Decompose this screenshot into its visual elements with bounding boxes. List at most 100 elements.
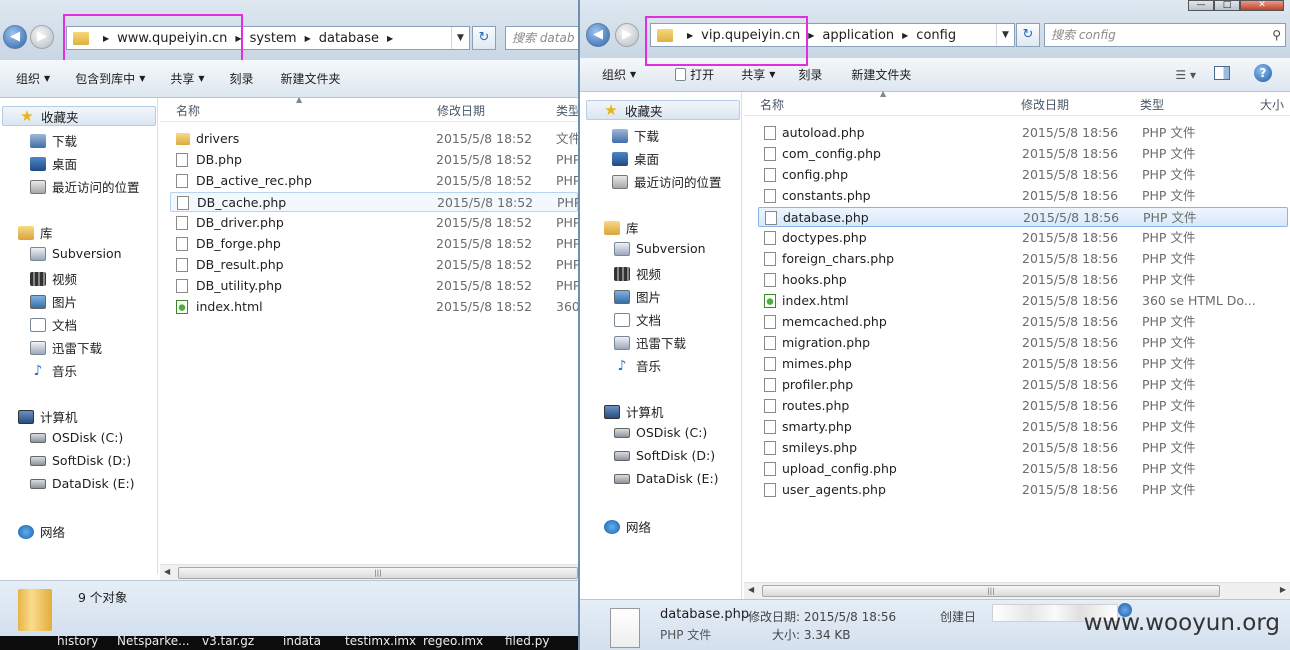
search-input[interactable]: 搜索 datab	[505, 26, 578, 50]
sidebar-item-pictures[interactable]: 图片	[614, 287, 661, 306]
sidebar-item-network[interactable]: 网络	[18, 522, 65, 541]
new-folder-button[interactable]: 新建文件夹	[263, 70, 350, 87]
burn-button[interactable]: 刻录	[214, 70, 263, 87]
file-row[interactable]: hooks.php 2015/5/8 18:56 PHP 文件	[758, 270, 1288, 290]
burn-button[interactable]: 刻录	[784, 66, 831, 83]
taskbar-item[interactable]: regeo.imx	[423, 636, 483, 648]
file-row[interactable]: drivers 2015/5/8 18:52 文件	[170, 129, 578, 149]
file-row[interactable]: migration.php 2015/5/8 18:56 PHP 文件	[758, 333, 1288, 353]
breadcrumb-item[interactable]: config	[916, 28, 956, 43]
minimize-button[interactable]: —	[1188, 0, 1214, 11]
file-row[interactable]: DB.php 2015/5/8 18:52 PHP	[170, 150, 578, 170]
sidebar-item-thunder[interactable]: 迅雷下载	[614, 333, 686, 352]
file-row[interactable]: index.html 2015/5/8 18:56 360 se HTML Do..…	[758, 291, 1288, 311]
forward-button[interactable]: ▶	[30, 25, 54, 49]
breadcrumb-item[interactable]: vip.qupeiyin.cn	[701, 28, 800, 43]
file-row[interactable]: doctypes.php 2015/5/8 18:56 PHP 文件	[758, 228, 1288, 248]
help-icon[interactable]: ?	[1254, 64, 1272, 82]
sidebar-item-desktop[interactable]: 桌面	[30, 154, 77, 173]
file-row[interactable]: database.php 2015/5/8 18:56 PHP 文件	[758, 207, 1288, 227]
file-row[interactable]: memcached.php 2015/5/8 18:56 PHP 文件	[758, 312, 1288, 332]
column-size[interactable]: 大小	[1260, 96, 1284, 113]
include-in-library-button[interactable]: 包含到库中 ▼	[59, 70, 154, 87]
column-type[interactable]: 类型	[556, 102, 578, 119]
sidebar-item-download[interactable]: 下载	[612, 126, 659, 145]
file-row[interactable]: DB_result.php 2015/5/8 18:52 PHP	[170, 255, 578, 275]
file-row[interactable]: DB_driver.php 2015/5/8 18:52 PHP	[170, 213, 578, 233]
breadcrumb-item[interactable]: system	[250, 31, 297, 46]
file-row[interactable]: autoload.php 2015/5/8 18:56 PHP 文件	[758, 123, 1288, 143]
refresh-button[interactable]: ↻	[1016, 23, 1040, 47]
scroll-left-arrow[interactable]: ◀	[748, 585, 754, 594]
file-row[interactable]: mimes.php 2015/5/8 18:56 PHP 文件	[758, 354, 1288, 374]
sidebar-item-computer[interactable]: 计算机	[604, 402, 664, 421]
sidebar-item-library[interactable]: 库	[604, 218, 639, 237]
file-row[interactable]: smileys.php 2015/5/8 18:56 PHP 文件	[758, 438, 1288, 458]
sidebar-item-video[interactable]: 视频	[30, 269, 77, 288]
sidebar-item-library[interactable]: 库	[18, 223, 53, 242]
sidebar-item-music[interactable]: ♪ 音乐	[30, 361, 77, 380]
sidebar-item-video[interactable]: 视频	[614, 264, 661, 283]
sidebar-item-subversion[interactable]: Subversion	[30, 246, 122, 261]
preview-pane-icon[interactable]	[1214, 66, 1230, 80]
sidebar-item-download[interactable]: 下载	[30, 131, 77, 150]
file-row[interactable]: user_agents.php 2015/5/8 18:56 PHP 文件	[758, 480, 1288, 500]
breadcrumb-item[interactable]: application	[822, 28, 894, 43]
file-row[interactable]: com_config.php 2015/5/8 18:56 PHP 文件	[758, 144, 1288, 164]
file-row[interactable]: smarty.php 2015/5/8 18:56 PHP 文件	[758, 417, 1288, 437]
sidebar-item-documents[interactable]: 文档	[614, 310, 661, 329]
sidebar-item-recent[interactable]: 最近访问的位置	[612, 172, 722, 191]
horizontal-scrollbar[interactable]: ◀ |||	[160, 564, 578, 581]
scroll-left-arrow[interactable]: ◀	[164, 567, 170, 576]
scrollbar-thumb[interactable]: |||	[762, 585, 1220, 597]
sidebar-item-favorites[interactable]: ★ 收藏夹	[2, 106, 156, 126]
file-row[interactable]: constants.php 2015/5/8 18:56 PHP 文件	[758, 186, 1288, 206]
back-button[interactable]: ◀	[3, 25, 27, 49]
file-row[interactable]: upload_config.php 2015/5/8 18:56 PHP 文件	[758, 459, 1288, 479]
forward-button[interactable]: ▶	[615, 23, 639, 47]
scrollbar-thumb[interactable]: |||	[178, 567, 578, 579]
file-row[interactable]: DB_cache.php 2015/5/8 18:52 PHP	[170, 192, 578, 212]
search-input[interactable]: 搜索 config ⚲	[1044, 23, 1286, 47]
new-folder-button[interactable]: 新建文件夹	[831, 66, 920, 83]
file-row[interactable]: index.html 2015/5/8 18:52 360	[170, 297, 578, 317]
taskbar-item[interactable]: filed.py	[505, 636, 549, 648]
view-options-icon[interactable]: ☰ ▾	[1175, 68, 1196, 82]
address-bar[interactable]: ▶ www.qupeiyin.cn ▶ system ▶ database ▶ …	[66, 26, 470, 50]
back-button[interactable]: ◀	[586, 23, 610, 47]
search-icon[interactable]: ⚲	[1272, 24, 1281, 46]
close-button[interactable]: ✕	[1240, 0, 1284, 11]
sidebar-item-disk-c[interactable]: OSDisk (C:)	[30, 430, 123, 445]
column-type[interactable]: 类型	[1140, 96, 1164, 113]
sidebar-item-favorites[interactable]: ★ 收藏夹	[586, 100, 740, 120]
address-bar[interactable]: ▶ vip.qupeiyin.cn ▶ application ▶ config…	[650, 23, 1015, 47]
breadcrumb-item[interactable]: www.qupeiyin.cn	[117, 31, 227, 46]
chevron-down-icon[interactable]: ▼	[996, 24, 1014, 46]
scroll-right-arrow[interactable]: ▶	[1280, 585, 1286, 594]
organize-button[interactable]: 组织 ▼	[580, 66, 645, 83]
sidebar-item-pictures[interactable]: 图片	[30, 292, 77, 311]
column-name[interactable]: 名称	[176, 102, 200, 119]
open-button[interactable]: 打开	[645, 66, 723, 83]
sidebar-item-disk-d[interactable]: SoftDisk (D:)	[30, 453, 131, 468]
sidebar-item-documents[interactable]: 文档	[30, 315, 77, 334]
share-button[interactable]: 共享 ▼	[723, 66, 784, 83]
file-row[interactable]: DB_active_rec.php 2015/5/8 18:52 PHP	[170, 171, 578, 191]
file-row[interactable]: DB_utility.php 2015/5/8 18:52 PHP	[170, 276, 578, 296]
taskbar-item[interactable]: v3.tar.gz	[202, 636, 254, 648]
maximize-button[interactable]: □	[1214, 0, 1240, 11]
refresh-button[interactable]: ↻	[472, 26, 496, 50]
sidebar-item-computer[interactable]: 计算机	[18, 407, 78, 426]
column-name[interactable]: 名称	[760, 96, 784, 113]
taskbar-item[interactable]: history	[57, 636, 98, 648]
organize-button[interactable]: 组织 ▼	[0, 70, 59, 87]
column-date[interactable]: 修改日期	[1021, 96, 1069, 113]
file-row[interactable]: foreign_chars.php 2015/5/8 18:56 PHP 文件	[758, 249, 1288, 269]
taskbar-item[interactable]: indata	[283, 636, 321, 648]
sidebar-item-music[interactable]: ♪ 音乐	[614, 356, 661, 375]
share-button[interactable]: 共享 ▼	[154, 70, 213, 87]
file-row[interactable]: config.php 2015/5/8 18:56 PHP 文件	[758, 165, 1288, 185]
horizontal-scrollbar[interactable]: ◀ ||| ▶	[744, 582, 1290, 599]
sidebar-item-network[interactable]: 网络	[604, 517, 651, 536]
file-row[interactable]: DB_forge.php 2015/5/8 18:52 PHP	[170, 234, 578, 254]
